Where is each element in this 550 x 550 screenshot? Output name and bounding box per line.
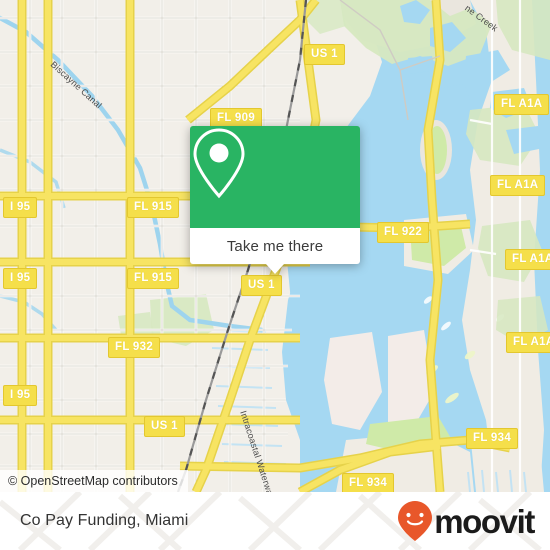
moovit-wordmark: moovit xyxy=(434,502,535,540)
shield-fl-a1a-3[interactable]: FL A1A xyxy=(505,249,550,270)
map-screenshot: Biscayne Canal ne Creek Intracoastal Wat… xyxy=(0,0,550,550)
shield-us-1-south[interactable]: US 1 xyxy=(144,416,185,437)
shield-fl-932[interactable]: FL 932 xyxy=(108,337,161,358)
shield-fl-934-1[interactable]: FL 934 xyxy=(466,428,519,449)
shield-us-1-mid[interactable]: US 1 xyxy=(241,275,282,296)
popup-tail-pointer xyxy=(266,264,284,274)
map-pin-icon xyxy=(193,128,245,199)
map-canvas[interactable]: Biscayne Canal ne Creek Intracoastal Wat… xyxy=(0,0,550,492)
shield-i-95-1[interactable]: I 95 xyxy=(3,197,38,218)
popup-action-area[interactable]: Take me there xyxy=(190,228,360,264)
take-me-there-label: Take me there xyxy=(226,237,324,255)
shield-i-95-2[interactable]: I 95 xyxy=(3,268,38,289)
shield-fl-915-1[interactable]: FL 915 xyxy=(127,197,180,218)
shield-i-95-3[interactable]: I 95 xyxy=(3,385,38,406)
shield-us-1-north[interactable]: US 1 xyxy=(304,44,345,65)
shield-fl-a1a-4[interactable]: FL A1A xyxy=(506,332,550,353)
shield-fl-934-2[interactable]: FL 934 xyxy=(342,473,395,492)
place-name-label: Co Pay Funding, Miami xyxy=(20,512,189,529)
shield-fl-a1a-2[interactable]: FL A1A xyxy=(490,175,546,196)
moovit-smiley-pin-icon xyxy=(398,501,433,541)
osm-attribution[interactable]: © OpenStreetMap contributors xyxy=(0,470,188,492)
popup-icon-area xyxy=(190,126,360,228)
shield-fl-915-2[interactable]: FL 915 xyxy=(127,268,180,289)
osm-attribution-text: © OpenStreetMap contributors xyxy=(8,474,178,488)
destination-popup-card[interactable]: Take me there xyxy=(190,126,360,274)
moovit-brand[interactable]: moovit xyxy=(397,500,535,542)
shield-fl-a1a-1[interactable]: FL A1A xyxy=(494,94,550,115)
footer-bar: Co Pay Funding, Miami moovit xyxy=(0,492,550,550)
shield-fl-922[interactable]: FL 922 xyxy=(377,222,430,243)
